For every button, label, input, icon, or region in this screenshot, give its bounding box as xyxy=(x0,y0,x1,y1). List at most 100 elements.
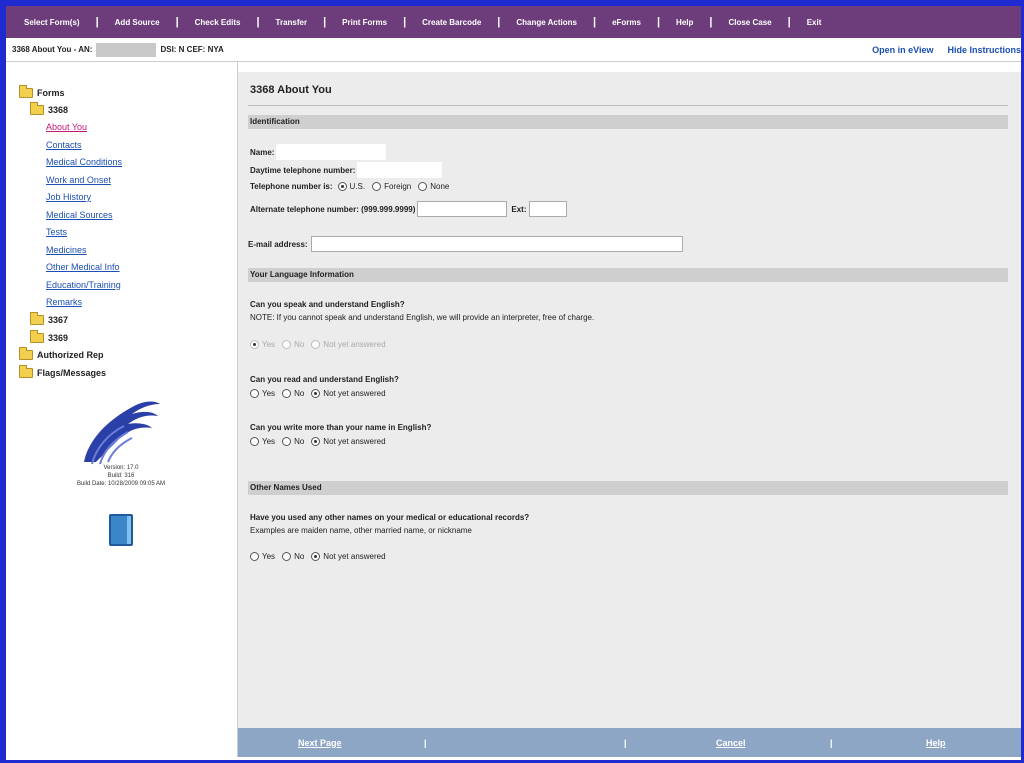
menu-exit[interactable]: Exit xyxy=(807,18,822,27)
email-row: E-mail address: xyxy=(248,236,683,252)
tree-link-medicines[interactable]: Medicines xyxy=(19,242,122,260)
speak-no[interactable]: No xyxy=(282,340,304,349)
menu-separator: | xyxy=(175,16,179,28)
phone-type-none[interactable]: None xyxy=(418,182,449,191)
footer-separator: | xyxy=(830,737,833,748)
menu-eforms[interactable]: eForms xyxy=(612,18,641,27)
menu-print-forms[interactable]: Print Forms xyxy=(342,18,387,27)
build-number: Build: 316 xyxy=(107,473,135,479)
folder-icon xyxy=(30,312,44,326)
menu-change-actions[interactable]: Change Actions xyxy=(516,18,577,27)
eagle-logo-icon xyxy=(84,401,160,465)
open-in-eview-link[interactable]: Open in eView xyxy=(872,45,933,55)
option-label: Not yet answered xyxy=(323,437,386,446)
version-info: Version: 17.0 Build: 316 Build Date: 10/… xyxy=(41,464,201,488)
name-row: Name: xyxy=(250,144,387,160)
form-panel: 3368 About You Identification Name: Dayt… xyxy=(238,72,1021,728)
menu-separator: | xyxy=(656,16,661,28)
radio-icon xyxy=(282,389,292,398)
read-no[interactable]: No xyxy=(282,389,304,398)
next-page-button[interactable]: Next Page xyxy=(298,738,342,748)
radio-selected-icon xyxy=(250,340,259,349)
title-divider xyxy=(248,105,1008,106)
option-label: Foreign xyxy=(384,182,412,191)
question-read-english: Can you read and understand English? xyxy=(250,375,399,384)
tree-node-authorized-rep[interactable]: Authorized Rep xyxy=(19,347,122,365)
ext-field[interactable] xyxy=(528,201,567,217)
other-names-yes[interactable]: Yes xyxy=(250,552,275,561)
tree-link-work-and-onset[interactable]: Work and Onset xyxy=(19,172,122,190)
tree-link-job-history[interactable]: Job History xyxy=(19,189,122,207)
question-other-names: Have you used any other names on your me… xyxy=(250,513,530,522)
section-language: Your Language Information xyxy=(248,268,1008,282)
hide-instructions-link[interactable]: Hide Instructions xyxy=(947,45,1021,55)
write-not-answered[interactable]: Not yet answered xyxy=(311,437,386,446)
tree-link-other-medical-info[interactable]: Other Medical Info xyxy=(19,259,122,277)
manual-book-icon[interactable] xyxy=(109,514,133,546)
alt-phone-row: Alternate telephone number: (999.999.999… xyxy=(250,201,567,217)
tree-link-medical-conditions[interactable]: Medical Conditions xyxy=(19,154,122,172)
option-label: Yes xyxy=(262,552,276,561)
speak-not-answered[interactable]: Not yet answered xyxy=(311,340,386,349)
other-names-not-answered[interactable]: Not yet answered xyxy=(311,552,386,561)
read-not-answered[interactable]: Not yet answered xyxy=(311,389,386,398)
radio-icon xyxy=(250,437,259,446)
footer-nav-bar: Next Page | | Cancel | Help xyxy=(238,728,1021,757)
footer-separator: | xyxy=(624,737,627,748)
tree-link-contacts[interactable]: Contacts xyxy=(19,137,122,155)
read-yes[interactable]: Yes xyxy=(250,389,275,398)
tree-label: Authorized Rep xyxy=(37,350,104,361)
option-label: Yes xyxy=(262,340,276,349)
tree-node-3367[interactable]: 3367 xyxy=(19,312,122,330)
email-field[interactable] xyxy=(310,236,683,252)
write-yes[interactable]: Yes xyxy=(250,437,275,446)
radio-icon xyxy=(282,552,292,561)
phone-type-us[interactable]: U.S. xyxy=(337,182,365,191)
tree-node-forms[interactable]: Forms xyxy=(19,84,122,102)
menu-add-source[interactable]: Add Source xyxy=(115,18,160,27)
menu-help[interactable]: Help xyxy=(676,18,693,27)
top-menu-bar: Select Form(s) | Add Source | Check Edits |… xyxy=(6,6,1021,38)
phone-type-label: Telephone number is: xyxy=(250,182,333,191)
radio-icon xyxy=(282,437,292,446)
option-label: Not yet answered xyxy=(323,389,386,398)
option-label: No xyxy=(294,340,305,349)
version-number: Version: 17.0 xyxy=(103,465,139,471)
menu-select-forms[interactable]: Select Form(s) xyxy=(24,18,80,27)
question-speak-note: NOTE: If you cannot speak and understand… xyxy=(250,313,595,322)
tree-label: 3367 xyxy=(48,315,69,326)
tree-node-3369[interactable]: 3369 xyxy=(19,329,122,347)
cancel-button[interactable]: Cancel xyxy=(716,738,746,748)
build-date: Build Date: 10/28/2009 09:05 AM xyxy=(76,481,166,487)
daytime-phone-field[interactable] xyxy=(357,162,443,178)
tree-link-education-training[interactable]: Education/Training xyxy=(19,277,122,295)
menu-separator: | xyxy=(256,16,260,28)
page-title: 3368 About You xyxy=(250,84,332,96)
tree-link-tests[interactable]: Tests xyxy=(19,224,122,242)
menu-create-barcode[interactable]: Create Barcode xyxy=(422,18,481,27)
tree-node-3368[interactable]: 3368 xyxy=(19,102,122,120)
menu-separator: | xyxy=(709,16,713,28)
menu-close-case[interactable]: Close Case xyxy=(728,18,771,27)
alt-phone-field[interactable] xyxy=(417,201,508,217)
footer-separator: | xyxy=(424,737,427,748)
phone-type-row: Telephone number is: U.S. Foreign None xyxy=(250,182,456,191)
other-names-no[interactable]: No xyxy=(282,552,304,561)
tree-link-remarks[interactable]: Remarks xyxy=(19,294,122,312)
option-label: Not yet answered xyxy=(323,340,386,349)
speak-yes[interactable]: Yes xyxy=(250,340,275,349)
help-button[interactable]: Help xyxy=(926,738,946,748)
phone-type-foreign[interactable]: Foreign xyxy=(372,182,411,191)
ext-label: Ext: xyxy=(511,204,527,214)
name-field[interactable] xyxy=(276,144,387,160)
option-label: No xyxy=(294,552,305,561)
menu-transfer[interactable]: Transfer xyxy=(276,18,308,27)
tree-node-flags-messages[interactable]: Flags/Messages xyxy=(19,364,122,382)
tree-link-medical-sources[interactable]: Medical Sources xyxy=(19,207,122,225)
tree-label: 3368 xyxy=(48,105,69,116)
menu-check-edits[interactable]: Check Edits xyxy=(195,18,241,27)
menu-separator: | xyxy=(592,16,597,28)
tree-link-about-you[interactable]: About You xyxy=(19,119,122,137)
redacted-field xyxy=(96,42,157,57)
write-no[interactable]: No xyxy=(282,437,304,446)
